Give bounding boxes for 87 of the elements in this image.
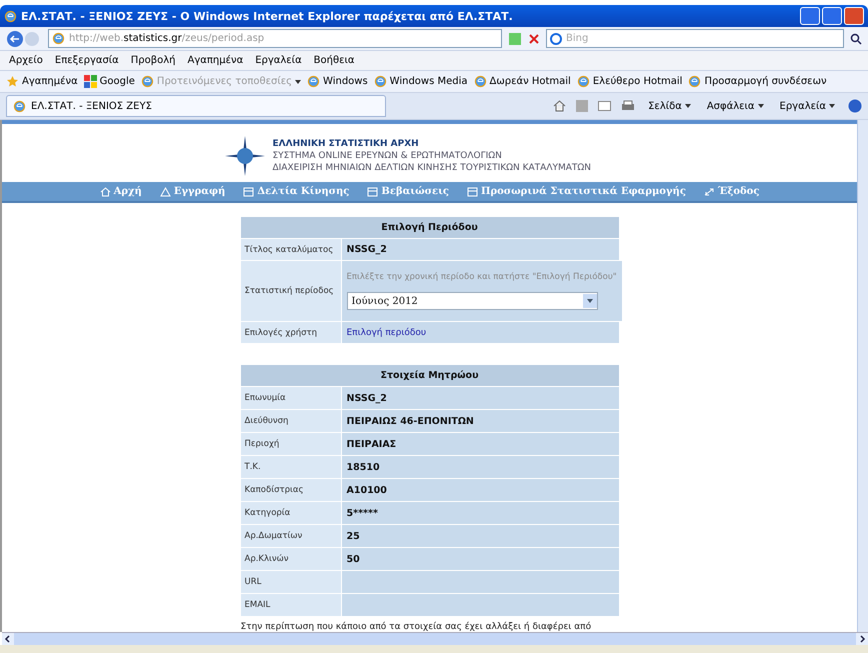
caret-icon <box>586 299 592 303</box>
field-label: Επιλογές χρήστη <box>240 322 340 343</box>
compass-star-logo <box>224 136 264 176</box>
field-label: Στατιστική περίοδος <box>240 261 340 321</box>
field-label: Αρ.Δωματίων <box>240 525 340 547</box>
ie-icon <box>474 75 487 88</box>
star-icon <box>6 75 19 88</box>
search-icon[interactable] <box>850 32 862 44</box>
field-label: URL <box>240 571 340 593</box>
field-label: Τίτλος καταλύματος <box>240 239 340 260</box>
ie-icon <box>13 100 26 112</box>
hint-text: Επιλέξτε την χρονική περίοδο και πατήστε "Επιλογή Περιόδου" <box>346 272 617 282</box>
menu-item[interactable]: Εργαλεία <box>252 55 305 66</box>
caret-icon <box>684 104 691 108</box>
field-value: ΠΕΙΡΑΙΩΣ 46-ΕΠΟΝΙΤΩΝ <box>342 410 618 432</box>
note-text: Στην περίπτωση που κάποιο από τα στοιχεία σας έχει αλλάξει ή διαφέρει από <box>240 622 592 632</box>
minimize-button[interactable] <box>800 7 820 25</box>
field-value: NSSG_2 <box>342 239 618 260</box>
menu-item[interactable]: Βοήθεια <box>310 55 358 66</box>
ie-icon <box>688 75 702 88</box>
form-icon <box>367 186 378 196</box>
organization-name: ΕΛΛΗΝΙΚΗ ΣΤΑΤΙΣΤΙΚΗ ΑΡΧΗ <box>272 138 420 150</box>
field-value: NSSG_2 <box>342 387 618 409</box>
arrows-icon <box>704 186 715 196</box>
menu-item[interactable]: Επεξεργασία <box>52 55 122 66</box>
favorites-link[interactable]: Google <box>84 75 135 88</box>
table-heading: Επιλογή Περιόδου <box>240 217 618 238</box>
back-button[interactable] <box>6 30 42 48</box>
browser-tab[interactable]: ΕΛ.ΣΤΑΤ. - ΞΕΝΙΟΣ ΖΕΥΣ <box>6 95 386 117</box>
field-label: Κατηγορία <box>240 502 340 524</box>
ie-icon <box>52 32 65 45</box>
select-period-link[interactable]: Επιλογή περιόδου <box>346 328 614 338</box>
system-subtitle: ΔΙΑΧΕΙΡΙΣΗ ΜΗΝΙΑΙΩΝ ΔΕΛΤΙΩΝ ΚΙΝΗΣΗΣ ΤΟΥΡΙΣΤΙΚΩΝ ΚΑΤΑΛΥΜΑΤΩΝ <box>272 162 592 174</box>
menu-item[interactable]: Αγαπημένα <box>184 55 246 66</box>
command-menu[interactable]: Ασφάλεια <box>704 100 767 112</box>
command-menu[interactable]: Σελίδα <box>645 100 694 112</box>
ie-icon <box>4 10 17 22</box>
printer-icon[interactable] <box>621 100 636 112</box>
home-icon <box>100 186 111 196</box>
field-value: 5***** <box>342 502 618 524</box>
horizontal-scrollbar[interactable] <box>2 632 868 645</box>
favorites-link[interactable]: Windows <box>307 75 368 88</box>
field-label: Καποδίστριας <box>240 479 340 501</box>
favorites-link[interactable]: Προσαρμογή συνδέσεων <box>688 75 827 88</box>
close-button[interactable] <box>844 7 864 25</box>
home-icon[interactable] <box>553 100 566 112</box>
form-icon <box>467 186 478 196</box>
field-value: ΠΕΙΡΑΙΑΣ <box>342 433 618 455</box>
vertical-scrollbar[interactable] <box>857 120 868 632</box>
triangle-icon <box>160 186 171 196</box>
mail-icon[interactable] <box>598 101 612 111</box>
caret-icon <box>829 104 835 108</box>
favorites-link[interactable]: Δωρεάν Hotmail <box>474 75 571 88</box>
ie-icon <box>307 75 320 88</box>
field-label: Διεύθυνση <box>240 410 340 432</box>
period-select[interactable]: Ιούνιος 2012 <box>346 292 598 310</box>
table-heading: Στοιχεία Μητρώου <box>240 365 618 386</box>
favorites-button[interactable]: Αγαπημένα <box>6 75 78 88</box>
scroll-right-icon[interactable] <box>856 633 868 645</box>
caret-icon <box>758 104 764 108</box>
field-label: EMAIL <box>240 594 340 616</box>
field-label: Περιοχή <box>240 433 340 455</box>
maximize-button[interactable] <box>822 7 842 25</box>
bing-logo-icon <box>550 32 562 44</box>
field-label: Επωνυμία <box>240 387 340 409</box>
caret-icon <box>295 80 302 84</box>
ie-icon <box>140 75 154 88</box>
squares-icon <box>84 75 97 88</box>
field-value: 25 <box>342 525 618 547</box>
command-menu[interactable]: Εργαλεία <box>776 100 838 112</box>
ie-icon <box>576 75 590 88</box>
field-label: Αρ.Κλινών <box>240 548 340 570</box>
form-icon <box>243 186 254 196</box>
system-subtitle: ΣΥΣΤΗΜΑ ONLINE ΕΡΕΥΝΩΝ & ΕΡΩΤΗΜΑΤΟΛΟΓΙΩΝ <box>272 150 503 162</box>
field-label: Τ.Κ. <box>240 456 340 478</box>
stop-icon[interactable] <box>528 32 540 44</box>
field-value: 18510 <box>342 456 618 478</box>
window-title: ΕΛ.ΣΤΑΤ. - ΞΕΝΙΟΣ ΖΕΥΣ - Ο Windows Internet Explorer παρέχεται από ΕΛ.ΣΤΑΤ. <box>21 10 513 22</box>
field-value: 50 <box>342 548 618 570</box>
favorites-link[interactable]: Ελεύθερο Hotmail <box>576 75 682 88</box>
scroll-left-icon[interactable] <box>2 633 14 645</box>
menu-item[interactable]: Αρχείο <box>6 55 46 66</box>
favorites-link[interactable]: Windows Media <box>374 75 468 88</box>
ie-icon <box>374 75 387 88</box>
address-field[interactable]: http://web.statistics.gr/zeus/period.asp <box>48 29 502 48</box>
field-value: Α10100 <box>342 479 618 501</box>
menu-item[interactable]: Προβολή <box>128 55 179 66</box>
